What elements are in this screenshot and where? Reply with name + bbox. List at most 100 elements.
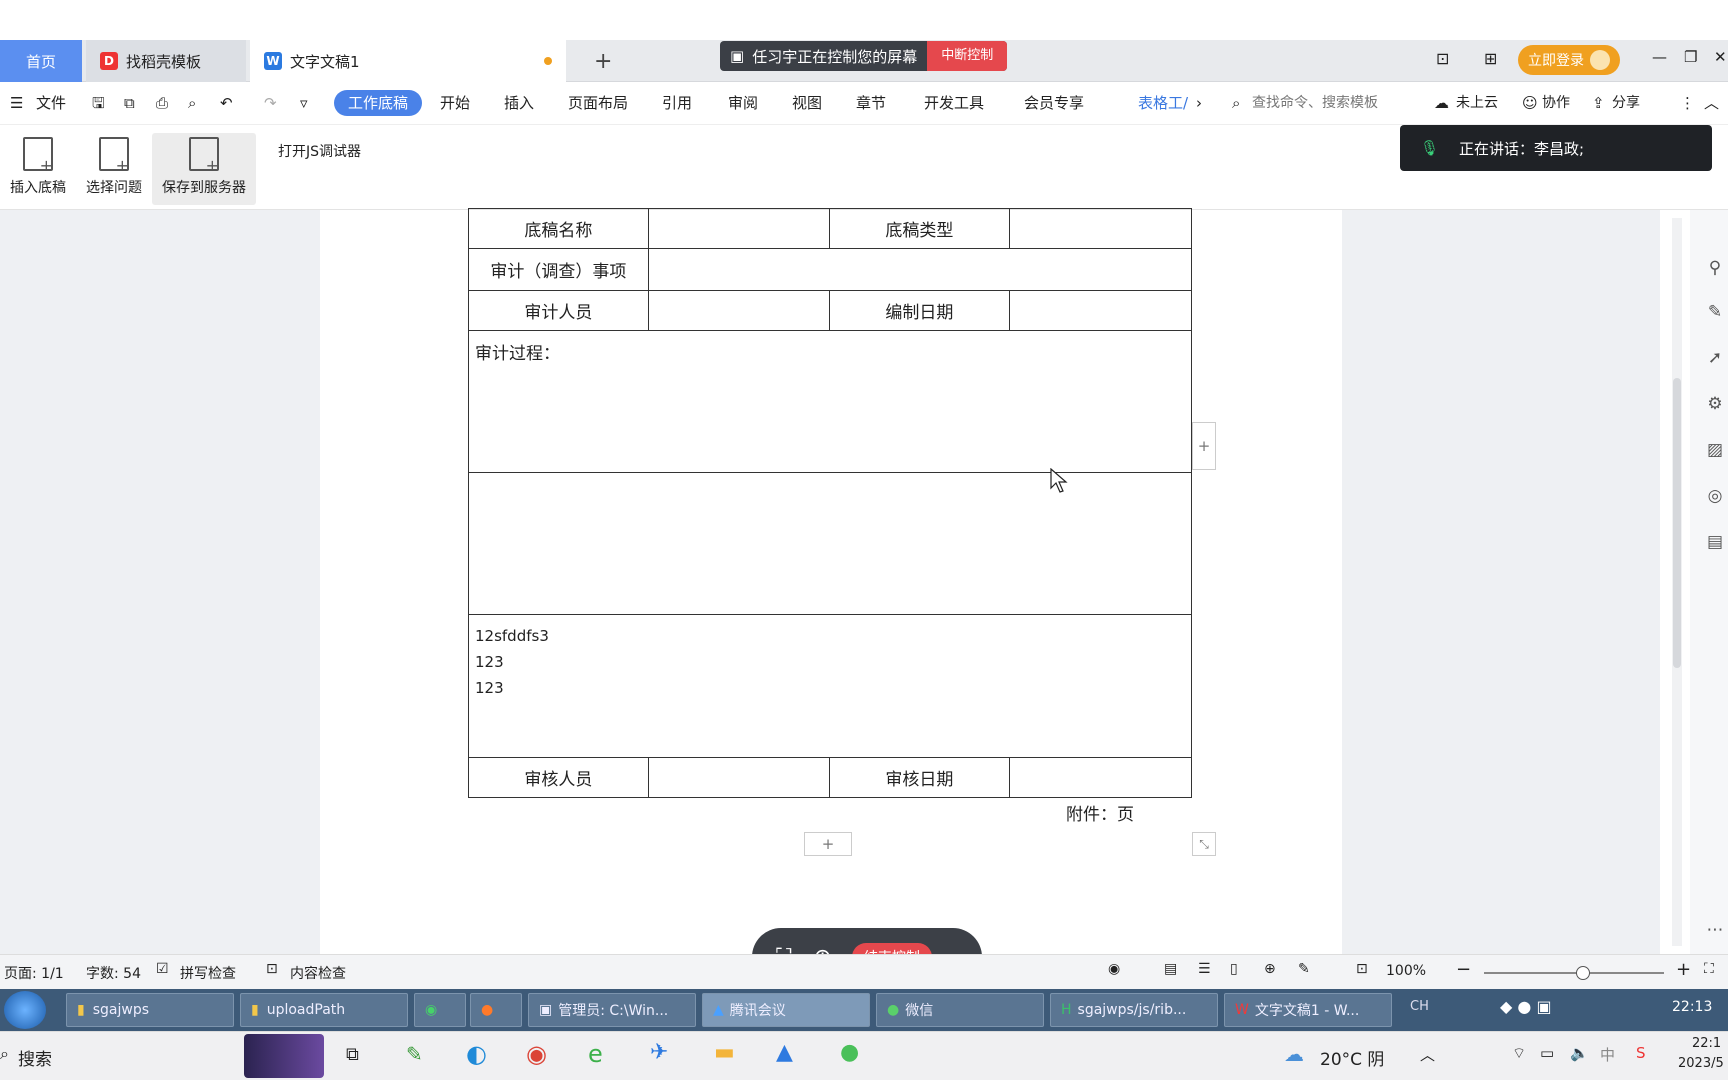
weather-text[interactable]: 20°C 阴 — [1320, 1045, 1384, 1070]
taskbar-item-sgajwps[interactable]: ▮ sgajwps — [66, 993, 234, 1027]
edit-view-icon[interactable]: ✎ — [1298, 961, 1310, 977]
taskbar-clock[interactable]: 22:13 — [1672, 999, 1712, 1015]
more-vert-icon[interactable]: ⋮ — [1680, 90, 1695, 116]
redo-icon[interactable]: ↷ — [264, 90, 277, 116]
eye-icon[interactable]: ◉ — [1108, 961, 1120, 977]
menu-layout[interactable]: 页面布局 — [568, 90, 628, 116]
more-horizontal-icon[interactable]: ⋯ — [1704, 920, 1726, 942]
start-button[interactable] — [4, 991, 46, 1029]
label-cell[interactable]: 底稿名称 — [468, 208, 649, 249]
export-icon[interactable]: ⧉ — [124, 90, 135, 116]
taskbar-item-uploadpath[interactable]: ▮ uploadPath — [240, 993, 408, 1027]
tab-template[interactable]: D 找稻壳模板 — [86, 40, 246, 82]
fullscreen-toggle-icon[interactable]: ⛶ — [1704, 961, 1714, 977]
taskbar-item-editor[interactable]: Hsgajwps/js/rib... — [1050, 993, 1218, 1027]
label-cell[interactable]: 审计人员 — [468, 290, 649, 331]
taskbar-item-tencent-meeting[interactable]: ▲ 腾讯会议 — [702, 993, 870, 1027]
tab-document[interactable]: W 文字文稿1 — [250, 40, 566, 82]
wps-tray-icon[interactable]: S — [1636, 1044, 1646, 1062]
web-view-icon[interactable]: ⊕ — [1264, 961, 1276, 977]
book-icon[interactable]: ▤ — [1704, 532, 1726, 554]
tray-chevron-icon[interactable]: ︿ — [1420, 1044, 1435, 1065]
page-indicator[interactable]: 页面: 1/1 — [4, 963, 64, 983]
value-cell[interactable] — [1009, 757, 1192, 798]
process-cell[interactable]: 审计过程： — [468, 330, 1192, 473]
volume-icon[interactable]: 🔈 — [1570, 1044, 1589, 1062]
taskbar-item-cmd[interactable]: ▣ 管理员: C:\Win... — [528, 993, 696, 1027]
taskbar-search[interactable]: 搜索 — [18, 1045, 52, 1070]
more-icon[interactable]: ▿ — [300, 90, 308, 116]
stop-control-button[interactable]: 中断控制 — [927, 41, 1008, 71]
menu-view[interactable]: 视图 — [792, 90, 822, 116]
menu-workpaper[interactable]: 工作底稿 — [334, 90, 423, 116]
collab-button[interactable]: 协作 — [1542, 90, 1570, 116]
taskbar-item-firefox[interactable]: ● — [470, 993, 522, 1027]
outline-view-icon[interactable]: ☰ — [1198, 961, 1211, 977]
zoom-level[interactable]: 100% — [1386, 963, 1426, 979]
word-count[interactable]: 字数: 54 — [86, 963, 141, 983]
grid-icon[interactable]: ⊞ — [1484, 49, 1497, 68]
taskbar-item-wechat[interactable]: ● 微信 — [876, 993, 1044, 1027]
undo-icon[interactable]: ↶ — [220, 90, 233, 116]
save-to-server-button[interactable]: 保存到服务器 — [152, 133, 256, 205]
zoom-slider[interactable] — [1484, 966, 1664, 980]
page-view-icon[interactable]: ▤ — [1164, 961, 1177, 977]
cursor-icon[interactable]: ➚ — [1704, 348, 1726, 370]
menu-icon[interactable]: ☰ — [10, 90, 23, 116]
language-indicator[interactable]: CH — [1410, 999, 1429, 1014]
content-check[interactable]: 内容检查 — [290, 963, 346, 983]
menu-chapter[interactable]: 章节 — [856, 90, 886, 116]
read-view-icon[interactable]: ▯ — [1230, 961, 1238, 977]
zoom-out-button[interactable]: − — [1456, 959, 1471, 980]
value-cell[interactable] — [647, 248, 1193, 291]
print-icon[interactable]: ⎙ — [156, 90, 168, 116]
battery-icon[interactable]: ▭ — [1540, 1044, 1554, 1062]
tab-home[interactable]: 首页 — [0, 40, 82, 82]
zoom-slider-thumb[interactable] — [1576, 966, 1590, 980]
meeting-icon[interactable]: ▲ — [776, 1040, 793, 1065]
chrome-icon[interactable]: ◉ — [526, 1040, 547, 1068]
style-icon[interactable]: ⚲ — [1704, 258, 1726, 280]
command-search[interactable]: 查找命令、搜索模板 — [1252, 90, 1378, 116]
menu-insert[interactable]: 插入 — [504, 90, 534, 116]
save-icon[interactable]: 🖫 — [92, 90, 105, 116]
menu-member[interactable]: 会员专享 — [1024, 90, 1084, 116]
resize-table-icon[interactable]: ⤡ — [1192, 832, 1216, 856]
preview-icon[interactable]: ⌕ — [188, 90, 196, 116]
menu-devtools[interactable]: 开发工具 — [924, 90, 984, 116]
value-cell[interactable] — [1009, 208, 1192, 249]
menu-start[interactable]: 开始 — [440, 90, 470, 116]
label-cell[interactable]: 底稿类型 — [828, 208, 1011, 249]
vertical-scrollbar[interactable] — [1672, 218, 1682, 946]
label-cell[interactable]: 审计（调查）事项 — [468, 248, 649, 291]
add-column-button[interactable]: + — [1192, 422, 1216, 470]
content-cell[interactable]: 12sfddfs3 123 123 — [468, 614, 1192, 758]
insert-workpaper-button[interactable]: 插入底稿 — [2, 133, 74, 205]
label-cell[interactable]: 审核日期 — [828, 757, 1011, 798]
app-icon-paint[interactable]: ✎ — [406, 1042, 423, 1066]
menu-reference[interactable]: 引用 — [662, 90, 692, 116]
value-cell[interactable] — [647, 290, 830, 331]
chevron-right-icon[interactable]: › — [1196, 90, 1202, 116]
system-date[interactable]: 2023/5 — [1678, 1056, 1724, 1071]
value-cell[interactable] — [647, 757, 830, 798]
restore-button[interactable]: ❐ — [1684, 48, 1697, 66]
app-icon-blue[interactable]: ✈ — [650, 1040, 668, 1065]
select-issue-button[interactable]: 选择问题 — [78, 133, 150, 205]
label-cell[interactable]: 编制日期 — [828, 290, 1011, 331]
ie-icon[interactable]: e — [588, 1040, 603, 1068]
cloud-status[interactable]: 未上云 — [1456, 90, 1498, 116]
minimize-button[interactable]: — — [1652, 48, 1667, 66]
fit-icon[interactable]: ⊡ — [1356, 961, 1368, 977]
network-icon[interactable]: ⌔ — [1512, 1044, 1526, 1063]
taskbar-item-browser[interactable]: ◉ — [414, 993, 466, 1027]
spell-check[interactable]: 拼写检查 — [180, 963, 236, 983]
scrollbar-thumb[interactable] — [1673, 378, 1681, 668]
layout-icon[interactable]: ⊡ — [1436, 49, 1449, 68]
pen-icon[interactable]: ✎ — [1704, 302, 1726, 324]
label-cell[interactable]: 审核人员 — [468, 757, 649, 798]
ime-icon[interactable]: 中 — [1600, 1044, 1615, 1065]
collapse-icon[interactable]: ︿ — [1704, 90, 1719, 116]
open-js-debugger-button[interactable]: 打开JS调试器 — [278, 141, 361, 161]
taskbar-item-wps[interactable]: W 文字文稿1 - W... — [1224, 993, 1392, 1027]
